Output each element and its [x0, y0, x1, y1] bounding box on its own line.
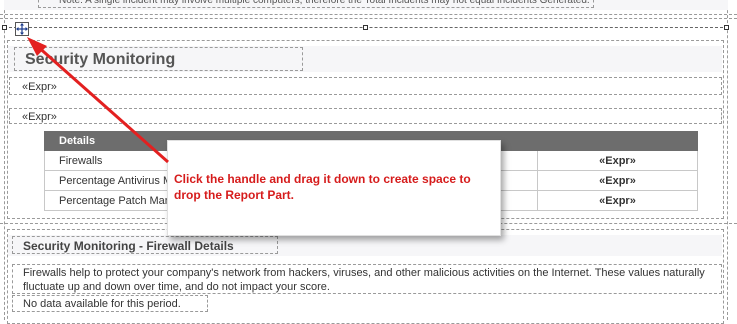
row-value: «Expr» [537, 150, 698, 171]
section1-title: Security Monitoring [14, 47, 303, 71]
divider-top [0, 14, 737, 15]
expr-field-2: «Expr» [9, 108, 722, 124]
row-value: «Expr» [537, 170, 698, 191]
details-header-value [537, 131, 698, 151]
resize-grip-left[interactable] [2, 25, 7, 30]
resize-grip-right[interactable] [724, 25, 729, 30]
instruction-callout: Click the handle and drag it down to cre… [167, 140, 501, 236]
row-value: «Expr» [537, 190, 698, 211]
resize-grip-center[interactable] [363, 25, 368, 30]
callout-text: Click the handle and drag it down to cre… [174, 172, 471, 202]
move-handle-icon[interactable] [15, 22, 29, 36]
section2-description: Firewalls help to protect your company's… [12, 264, 722, 294]
section2-title: Security Monitoring - Firewall Details [12, 236, 278, 254]
no-data-text: No data available for this period. [12, 295, 208, 312]
divider-top-2 [0, 18, 737, 19]
right-margin-guide [727, 0, 728, 320]
expr-field-1: «Expr» [9, 77, 722, 95]
left-margin-guide [4, 0, 5, 320]
top-note-text: Note: A single incident may involve mult… [38, 0, 594, 8]
